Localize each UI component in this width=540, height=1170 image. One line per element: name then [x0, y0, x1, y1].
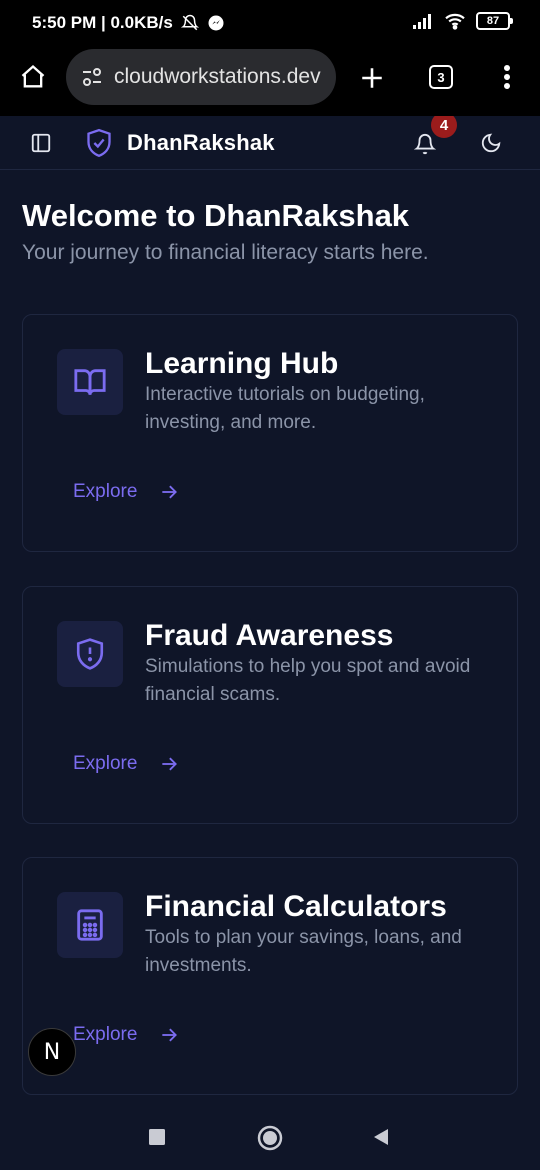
messenger-icon — [208, 15, 224, 31]
app-header: DhanRakshak 4 — [0, 116, 540, 170]
recents-icon — [149, 1129, 165, 1145]
sidebar-toggle-button[interactable] — [28, 130, 54, 156]
browser-toolbar: cloudworkstations.dev 3 — [0, 46, 540, 116]
more-menu-icon — [504, 65, 510, 89]
address-bar[interactable]: cloudworkstations.dev — [66, 49, 336, 105]
explore-link[interactable]: Explore — [73, 753, 179, 775]
card-icon-container — [57, 621, 123, 687]
home-circle-icon — [257, 1125, 283, 1151]
new-tab-icon — [362, 68, 382, 88]
card-fraud-awareness: Fraud Awareness Simulations to help you … — [22, 586, 518, 824]
shield-logo-icon — [87, 128, 111, 158]
dev-tools-badge[interactable]: N — [28, 1028, 76, 1076]
card-description: Interactive tutorials on budgeting, inve… — [145, 384, 425, 433]
explore-link[interactable]: Explore — [73, 481, 179, 503]
bell-icon — [414, 134, 436, 155]
status-bar: 5:50 PM | 0.0KB/s 87 — [0, 0, 540, 46]
page-subtitle: Your journey to financial literacy start… — [22, 241, 429, 264]
moon-icon — [481, 133, 501, 153]
explore-label: Explore — [73, 753, 138, 774]
home-button[interactable] — [16, 60, 50, 94]
theme-toggle-button[interactable] — [478, 130, 504, 156]
system-nav-bar — [0, 1100, 540, 1170]
arrow-right-icon — [162, 485, 178, 499]
card-description: Tools to plan your savings, loans, and i… — [145, 927, 462, 976]
arrow-right-icon — [162, 757, 178, 771]
home-icon — [21, 64, 45, 88]
tab-switcher-button[interactable]: 3 — [426, 62, 456, 92]
back-button[interactable] — [370, 1126, 392, 1148]
card-icon-container — [57, 349, 123, 415]
calculator-icon — [77, 909, 103, 941]
new-tab-button[interactable] — [356, 62, 388, 94]
home-nav-button[interactable] — [256, 1124, 284, 1152]
card-financial-calculators: Financial Calculators Tools to plan your… — [22, 857, 518, 1095]
brand-name[interactable]: DhanRakshak — [127, 130, 275, 156]
back-icon — [374, 1129, 388, 1145]
arrow-right-icon — [162, 1028, 178, 1042]
card-icon-container — [57, 892, 123, 958]
notification-badge: 4 — [431, 116, 457, 138]
page-title: Welcome to DhanRakshak — [22, 198, 410, 233]
card-learning-hub: Learning Hub Interactive tutorials on bu… — [22, 314, 518, 552]
explore-label: Explore — [73, 1024, 138, 1045]
app-viewport: DhanRakshak 4 Welcome to DhanRakshak You… — [0, 116, 540, 1100]
brand-logo[interactable] — [84, 126, 114, 160]
more-menu-button[interactable] — [494, 60, 520, 94]
card-title: Fraud Awareness — [145, 619, 394, 652]
site-settings-icon[interactable] — [80, 65, 104, 89]
status-right: 87 — [412, 12, 513, 30]
explore-link[interactable]: Explore — [73, 1024, 179, 1046]
signal-icon — [413, 14, 431, 29]
sidebar-toggle-icon — [31, 133, 51, 153]
card-description: Simulations to help you spot and avoid f… — [145, 656, 471, 705]
url-text: cloudworkstations.dev — [114, 65, 321, 88]
card-title: Learning Hub — [145, 347, 339, 380]
card-title: Financial Calculators — [145, 890, 447, 923]
tab-switcher-icon: 3 — [429, 65, 453, 89]
explore-label: Explore — [73, 481, 138, 502]
battery-indicator: 87 — [476, 12, 513, 30]
status-time: 5:50 PM | 0.0KB/s — [32, 13, 173, 32]
wifi-icon — [445, 13, 465, 30]
mute-icon — [180, 14, 199, 31]
shield-alert-icon — [76, 638, 104, 670]
status-left: 5:50 PM | 0.0KB/s — [32, 13, 225, 33]
book-open-icon — [74, 369, 106, 396]
recents-button[interactable] — [146, 1126, 168, 1148]
